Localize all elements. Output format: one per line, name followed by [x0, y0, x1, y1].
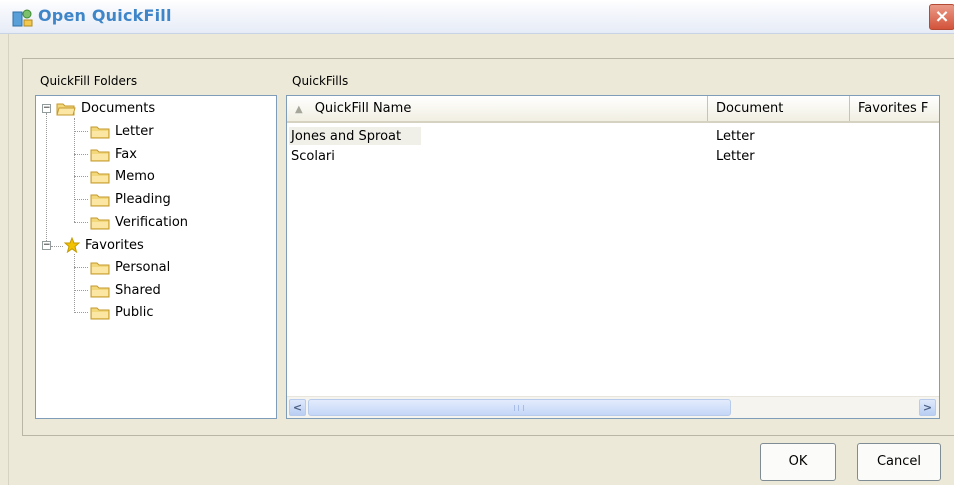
tree-connector [74, 154, 88, 155]
cell-document: Letter [716, 129, 755, 144]
tree-connector [74, 222, 88, 223]
folder-icon [90, 307, 110, 319]
close-button[interactable]: × [929, 4, 954, 30]
favorites-expander[interactable]: − [42, 241, 51, 250]
tree-node-letter[interactable]: Letter [90, 121, 154, 141]
folder-icon [90, 217, 110, 229]
folder-icon [90, 126, 110, 138]
tree-node-verification[interactable]: Verification [90, 212, 188, 232]
tree-node-label: Fax [115, 146, 137, 162]
documents-expander[interactable]: − [42, 104, 51, 113]
tree-node-label: Favorites [85, 237, 144, 253]
column-header-document[interactable]: Document [708, 96, 850, 121]
cancel-button[interactable]: Cancel [857, 443, 941, 481]
column-header-label: QuickFill Name [314, 101, 412, 116]
folder-icon [90, 149, 110, 161]
tree-node-memo[interactable]: Memo [90, 166, 155, 186]
tree-node-label: Pleading [115, 191, 171, 207]
folder-icon [90, 262, 110, 274]
tree-connector [74, 254, 75, 313]
tree-node-label: Documents [81, 100, 156, 116]
tree-connector [74, 199, 88, 200]
horizontal-scrollbar[interactable]: < > [287, 396, 939, 418]
column-header-quickfill-name[interactable]: ▲ QuickFill Name [287, 96, 708, 121]
tree-connector [74, 176, 88, 177]
scroll-right-button[interactable]: > [919, 399, 936, 416]
tree-node-pleading[interactable]: Pleading [90, 189, 171, 209]
tree-connector [51, 246, 63, 247]
table-row[interactable]: Scolari Letter [287, 147, 939, 167]
folder-tree[interactable]: − Documents Letter Fax Memo Pleading Ver… [35, 95, 277, 419]
list-header: ▲ QuickFill Name Document Favorites F [287, 96, 939, 123]
grip-icon [514, 405, 524, 411]
tree-node-label: Personal [115, 259, 171, 275]
scroll-left-button[interactable]: < [289, 399, 306, 416]
cell-quickfill-name: Jones and Sproat [291, 129, 402, 144]
tree-node-label: Letter [115, 123, 154, 139]
tree-connector [74, 267, 88, 268]
ok-button[interactable]: OK [760, 443, 836, 481]
cell-document: Letter [716, 149, 755, 164]
quickfills-list[interactable]: ▲ QuickFill Name Document Favorites F Jon… [286, 95, 940, 419]
tree-connector [74, 312, 88, 313]
tree-connector [74, 131, 88, 132]
quickfill-app-icon [12, 9, 33, 27]
scroll-thumb[interactable] [308, 399, 731, 416]
tree-node-shared[interactable]: Shared [90, 280, 161, 300]
tree-connector [74, 118, 75, 222]
quickfills-panel-label: QuickFills [292, 74, 349, 88]
folders-panel-label: QuickFill Folders [40, 74, 138, 88]
tree-node-label: Memo [115, 168, 155, 184]
table-row[interactable]: Jones and Sproat Letter [287, 127, 939, 147]
tree-node-documents[interactable]: Documents [56, 98, 155, 118]
tree-connector [46, 113, 47, 247]
star-icon [64, 237, 80, 253]
folder-icon [90, 285, 110, 297]
tree-node-label: Verification [115, 214, 189, 230]
cell-quickfill-name: Scolari [291, 149, 335, 164]
tree-node-fax[interactable]: Fax [90, 144, 137, 164]
tree-node-label: Shared [115, 282, 161, 298]
window-title: Open QuickFill [38, 6, 172, 25]
sort-ascending-icon: ▲ [295, 104, 303, 115]
tree-connector [74, 290, 88, 291]
column-header-favorites-folder[interactable]: Favorites F [850, 96, 939, 121]
tree-node-personal[interactable]: Personal [90, 257, 170, 277]
folder-icon [90, 171, 110, 183]
folder-open-icon [56, 103, 76, 115]
tree-node-label: Public [115, 304, 154, 320]
folder-icon [90, 194, 110, 206]
tree-node-public[interactable]: Public [90, 302, 153, 322]
title-bar[interactable]: Open QuickFill × [0, 0, 954, 34]
tree-node-favorites[interactable]: Favorites [64, 235, 144, 255]
